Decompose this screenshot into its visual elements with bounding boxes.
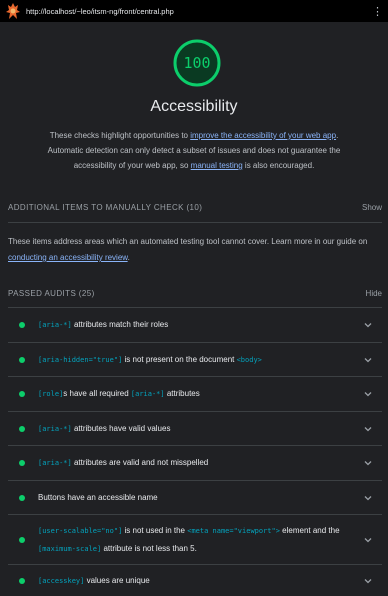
audit-aria-allowed-attr[interactable]: [aria-*] attributes match their roles: [8, 308, 382, 343]
chevron-down-icon: [364, 323, 372, 328]
pass-indicator-icon: [19, 460, 25, 466]
manual-check-header[interactable]: ADDITIONAL ITEMS TO MANUALLY CHECK (10) …: [8, 203, 382, 212]
browser-bar: http://localhost/~leo/itsm-ng/front/cent…: [0, 0, 388, 22]
chevron-down-icon: [364, 578, 372, 583]
audit-title: [aria-hidden="true"] is not present on t…: [38, 354, 262, 364]
pass-indicator-icon: [19, 425, 25, 432]
audit-aria-required-attr[interactable]: [role]s have all required [aria-*] attri…: [8, 377, 382, 412]
manual-check-description: These items address areas which an autom…: [8, 237, 368, 262]
audit-title: [user-scalable="no"] is not used in the …: [38, 525, 340, 553]
manual-testing-link[interactable]: manual testing: [191, 161, 243, 170]
pass-indicator-icon: [19, 536, 25, 543]
score-value: 100: [183, 54, 211, 72]
passed-audits-heading: PASSED AUDITS (25): [8, 289, 95, 298]
chevron-down-icon: [364, 495, 372, 500]
pass-indicator-icon: [19, 391, 25, 397]
passed-audits-hide-toggle[interactable]: Hide: [366, 289, 382, 298]
audit-title: Buttons have an accessible name: [38, 492, 158, 502]
manual-check-show-toggle[interactable]: Show: [362, 203, 382, 212]
audit-title: [aria-*] attributes match their roles: [38, 320, 169, 329]
chevron-down-icon: [364, 537, 372, 542]
accessibility-review-link[interactable]: conducting an accessibility review: [8, 253, 128, 262]
audit-title: [role]s have all required [aria-*] attri…: [38, 389, 200, 398]
audit-title: [aria-*] attributes have valid values: [38, 423, 171, 433]
audit-aria-valid-attr[interactable]: [aria-*] attributes are valid and not mi…: [8, 446, 382, 481]
passed-audits-header[interactable]: PASSED AUDITS (25) Hide: [8, 289, 382, 298]
improve-accessibility-link[interactable]: improve the accessibility of your web ap…: [190, 131, 336, 140]
manual-check-heading: ADDITIONAL ITEMS TO MANUALLY CHECK (10): [8, 203, 203, 212]
pass-indicator-icon: [19, 577, 25, 584]
category-description: These checks highlight opportunities to …: [47, 131, 341, 170]
address-bar-url[interactable]: http://localhost/~leo/itsm-ng/front/cent…: [26, 7, 372, 16]
pass-indicator-icon: [19, 494, 25, 501]
chevron-down-icon: [364, 426, 372, 431]
pass-indicator-icon: [19, 356, 25, 363]
section-divider: [8, 222, 382, 223]
chevron-down-icon: [364, 461, 372, 466]
audit-accesskeys[interactable]: [accesskey] values are unique: [8, 565, 382, 596]
audit-title: [aria-*] attributes are valid and not mi…: [38, 458, 209, 467]
pass-indicator-icon: [19, 322, 25, 328]
audit-button-name[interactable]: Buttons have an accessible name: [8, 481, 382, 515]
audit-aria-hidden-body[interactable]: [aria-hidden="true"] is not present on t…: [8, 343, 382, 377]
app-logo-icon: [6, 3, 20, 19]
chevron-down-icon: [364, 392, 372, 397]
audit-title: [accesskey] values are unique: [38, 575, 150, 585]
audit-meta-viewport[interactable]: [user-scalable="no"] is not used in the …: [8, 515, 382, 565]
kebab-menu-icon[interactable]: ⋮: [372, 5, 383, 18]
category-title: Accessibility: [150, 98, 238, 115]
audit-aria-valid-attr-value[interactable]: [aria-*] attributes have valid values: [8, 412, 382, 446]
chevron-down-icon: [364, 357, 372, 362]
